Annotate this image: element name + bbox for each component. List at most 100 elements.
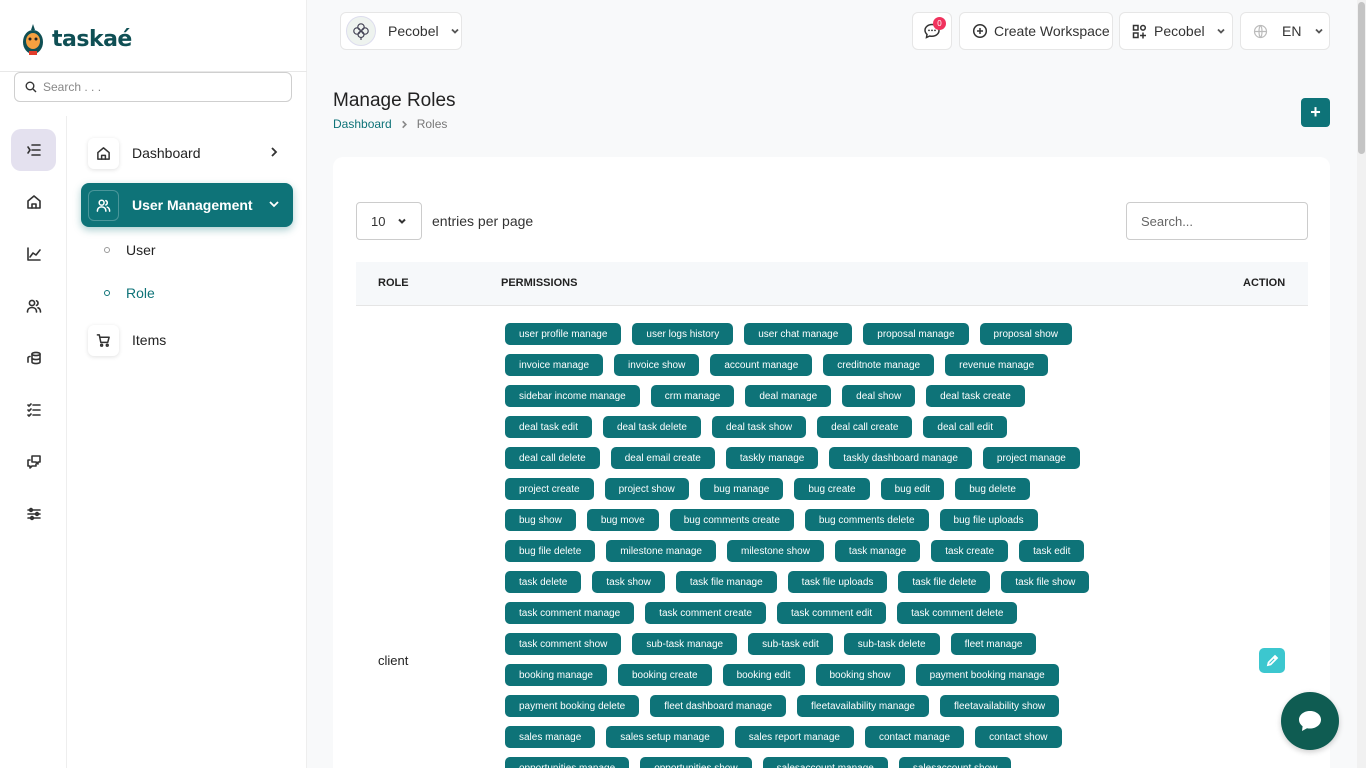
permission-badge: sales setup manage	[606, 726, 724, 748]
sidebar-item-dashboard[interactable]: Dashboard	[81, 131, 293, 175]
permission-badge: opportunities show	[640, 757, 752, 768]
permission-badge: task comment show	[505, 633, 622, 655]
menu-collapse-button[interactable]	[11, 129, 56, 171]
column-header-action: ACTION	[1243, 277, 1286, 289]
workspace-switcher[interactable]: Pecobel	[340, 12, 462, 50]
workspace-menu-button[interactable]: Pecobel	[1119, 12, 1233, 50]
sidebar-item-label: Items	[132, 332, 167, 348]
permission-badge: sub-task edit	[748, 633, 833, 655]
permission-badge: sub-task delete	[843, 633, 940, 655]
sidebar-subitem-label: Role	[126, 285, 155, 301]
chevron-down-icon	[450, 28, 459, 34]
table-search[interactable]	[1126, 202, 1308, 240]
permission-badge: booking manage	[505, 664, 607, 686]
permission-badge: proposal show	[979, 323, 1073, 345]
breadcrumb-current: Roles	[416, 117, 448, 131]
page-scrollbar[interactable]	[1357, 0, 1366, 768]
permission-badge: account manage	[710, 354, 813, 376]
search-icon	[25, 81, 37, 93]
permission-badge: bug move	[586, 509, 659, 531]
rail-home[interactable]	[11, 181, 56, 223]
roles-card: 10 entries per page ROLE PERMISSIONS ACT…	[333, 157, 1330, 768]
table-search-input[interactable]	[1141, 213, 1291, 229]
permission-badge: contact show	[975, 726, 1062, 748]
permission-badge: deal show	[842, 385, 916, 407]
permission-badge: invoice manage	[505, 354, 604, 376]
role-name: client	[378, 653, 409, 668]
permission-badge: task manage	[834, 540, 921, 562]
entries-value: 10	[371, 213, 386, 229]
sidebar-subitem-label: User	[126, 242, 156, 258]
permission-badge: deal email create	[610, 447, 715, 469]
rail-finance[interactable]	[11, 337, 56, 379]
permission-badge: deal task edit	[505, 416, 592, 438]
create-workspace-label: Create Workspace	[994, 23, 1110, 39]
column-header-role: ROLE	[378, 277, 409, 289]
permission-badge: milestone show	[727, 540, 824, 562]
home-icon	[97, 146, 110, 160]
entries-per-page-select[interactable]: 10	[356, 202, 422, 240]
sliders-icon	[26, 507, 41, 521]
chevron-down-icon	[398, 218, 406, 224]
permission-badge: fleet manage	[950, 633, 1037, 655]
pencil-icon	[1266, 654, 1278, 667]
permission-badge: task comment delete	[897, 602, 1018, 624]
users-icon	[26, 299, 41, 313]
permission-badge: payment booking delete	[505, 695, 640, 717]
permission-badge: task delete	[505, 571, 582, 593]
home-icon	[26, 195, 41, 209]
notifications-button[interactable]: 0	[912, 12, 952, 50]
chart-icon	[26, 247, 41, 261]
rail-messages[interactable]	[11, 441, 56, 483]
rail-users[interactable]	[11, 285, 56, 327]
edit-role-button[interactable]	[1259, 648, 1285, 673]
checklist-icon	[26, 403, 41, 417]
entries-label: entries per page	[432, 213, 534, 229]
rail-reports[interactable]	[11, 233, 56, 275]
chat-icon	[26, 455, 41, 469]
permission-badge: task show	[592, 571, 665, 593]
permission-badge: taskly manage	[725, 447, 819, 469]
permission-badge: bug manage	[699, 478, 784, 500]
notification-badge: 0	[933, 17, 946, 30]
permission-badge: deal call delete	[505, 447, 600, 469]
breadcrumb-link-dashboard[interactable]: Dashboard	[333, 117, 392, 131]
sidebar-subitem-role[interactable]: Role	[104, 285, 155, 301]
permission-badge: task file uploads	[787, 571, 888, 593]
bullet-icon	[104, 290, 110, 296]
permission-badge: task file show	[1001, 571, 1090, 593]
search-input[interactable]	[43, 80, 263, 94]
rail-tasks[interactable]	[11, 389, 56, 431]
app-logo[interactable]: taskaé	[20, 22, 132, 56]
chevron-down-icon	[1315, 28, 1324, 34]
home-icon-box	[88, 137, 119, 169]
entries-control: 10 entries per page	[356, 202, 533, 240]
permission-badge: salesaccount show	[898, 757, 1012, 768]
permission-badge: deal call create	[817, 416, 913, 438]
permission-badge: bug file uploads	[939, 509, 1038, 531]
sidebar-item-label: Dashboard	[132, 145, 201, 161]
support-chat-button[interactable]	[1281, 692, 1339, 750]
add-role-button[interactable]: +	[1301, 98, 1330, 127]
cart-icon	[96, 333, 110, 347]
permission-badge: deal task delete	[602, 416, 701, 438]
permission-badge: sales manage	[505, 726, 596, 748]
sidebar-search[interactable]	[14, 72, 292, 102]
permission-badge: bug edit	[880, 478, 945, 500]
rail-settings[interactable]	[11, 493, 56, 535]
permission-badge: taskly dashboard manage	[829, 447, 972, 469]
permission-badge: bug create	[794, 478, 870, 500]
table-header: ROLE PERMISSIONS ACTION	[356, 262, 1308, 306]
sidebar-subitem-user[interactable]: User	[104, 242, 156, 258]
chevron-right-icon	[267, 145, 281, 159]
permission-badge: fleetavailability manage	[797, 695, 929, 717]
permission-badge: deal task create	[926, 385, 1025, 407]
permission-badge: deal manage	[745, 385, 832, 407]
scrollbar-thumb[interactable]	[1358, 2, 1365, 154]
language-selector[interactable]: EN	[1240, 12, 1330, 50]
sidebar-item-user-management[interactable]: User Management	[81, 183, 293, 227]
clover-icon	[353, 23, 369, 40]
create-workspace-button[interactable]: Create Workspace	[959, 12, 1113, 50]
sidebar-item-items[interactable]: Items	[81, 318, 293, 362]
users-icon-box	[88, 189, 119, 221]
